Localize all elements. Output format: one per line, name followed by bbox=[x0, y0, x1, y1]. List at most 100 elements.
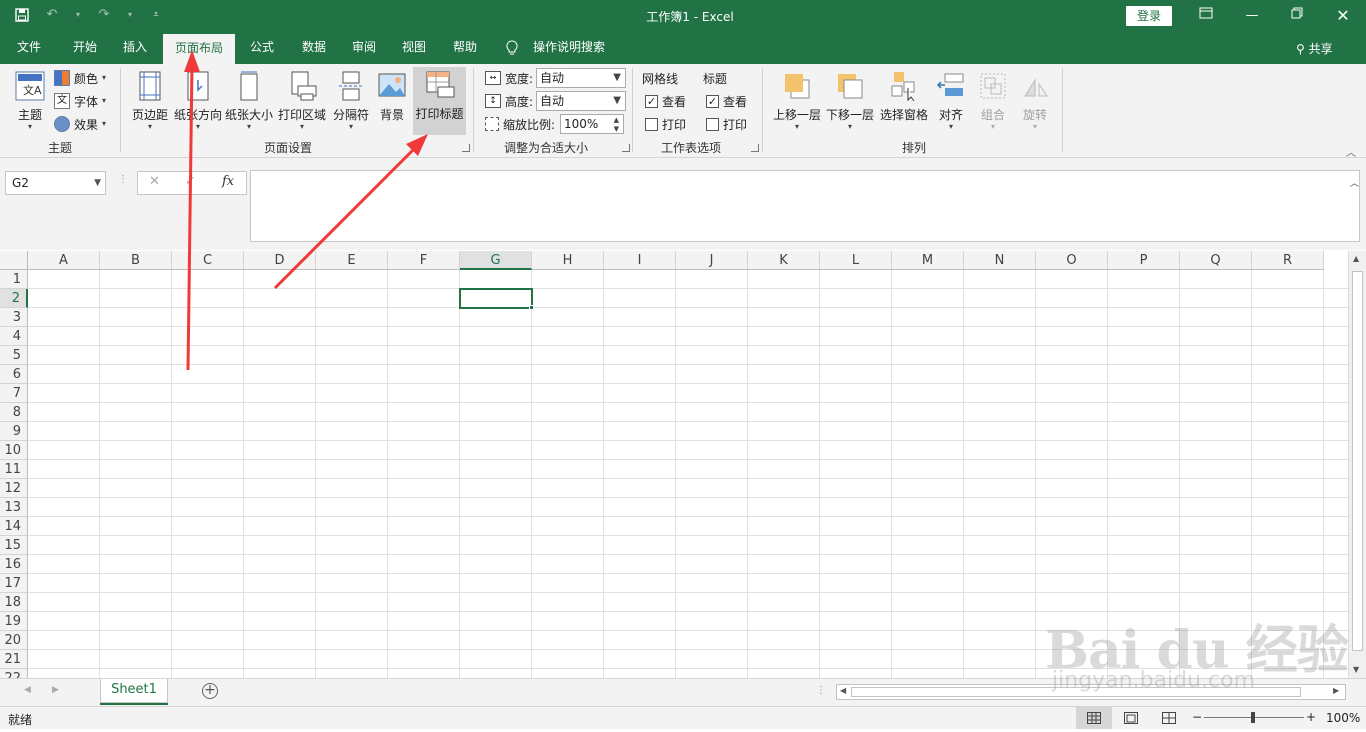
column-header-a[interactable]: A bbox=[28, 251, 100, 270]
gridlines-view-checkbox[interactable]: ✓ 查看 bbox=[645, 91, 686, 111]
zoom-slider-thumb[interactable] bbox=[1251, 712, 1255, 723]
share-button[interactable]: ⚲ 共享 bbox=[1296, 40, 1333, 57]
sheet-options-dialog-launcher-icon[interactable] bbox=[751, 144, 759, 152]
row-header-15[interactable]: 15 bbox=[0, 536, 28, 555]
collapse-formula-bar-icon[interactable]: ︿ bbox=[1350, 176, 1359, 189]
column-header-m[interactable]: M bbox=[892, 251, 964, 270]
tab-review[interactable]: 审阅 bbox=[342, 32, 386, 64]
row-header-20[interactable]: 20 bbox=[0, 631, 28, 650]
scroll-up-icon[interactable]: ▲ bbox=[1353, 254, 1359, 263]
insert-function-icon[interactable]: fx bbox=[222, 174, 234, 189]
scroll-right-icon[interactable]: ▶ bbox=[1333, 686, 1339, 695]
row-header-21[interactable]: 21 bbox=[0, 650, 28, 669]
row-header-13[interactable]: 13 bbox=[0, 498, 28, 517]
page-setup-dialog-launcher-icon[interactable] bbox=[462, 144, 470, 152]
headings-print-checkbox[interactable]: 打印 bbox=[706, 114, 747, 134]
height-dropdown[interactable]: 自动 ▼ bbox=[536, 91, 626, 111]
select-all-corner[interactable] bbox=[0, 251, 28, 270]
row-header-22[interactable]: 22 bbox=[0, 669, 28, 678]
bring-forward-button[interactable]: 上移一层 ▾ bbox=[772, 68, 822, 134]
chevron-down-icon[interactable]: ▼ bbox=[94, 172, 101, 194]
headings-view-checkbox[interactable]: ✓ 查看 bbox=[706, 91, 747, 111]
column-header-r[interactable]: R bbox=[1252, 251, 1324, 270]
tab-data[interactable]: 数据 bbox=[292, 32, 336, 64]
colors-button[interactable]: 颜色 ▾ bbox=[54, 68, 106, 88]
column-header-l[interactable]: L bbox=[820, 251, 892, 270]
fill-handle[interactable] bbox=[529, 305, 534, 310]
close-icon[interactable]: ✕ bbox=[1333, 6, 1353, 26]
name-box[interactable]: G2 ▼ bbox=[5, 171, 106, 195]
row-header-19[interactable]: 19 bbox=[0, 612, 28, 631]
redo-icon[interactable]: ↷ bbox=[96, 7, 112, 23]
row-header-11[interactable]: 11 bbox=[0, 460, 28, 479]
vertical-scrollbar[interactable]: ▲ ▼ bbox=[1348, 251, 1366, 678]
width-dropdown[interactable]: 自动 ▼ bbox=[536, 68, 626, 88]
row-header-2[interactable]: 2 bbox=[0, 289, 28, 308]
cancel-icon[interactable]: ✕ bbox=[149, 174, 160, 189]
column-header-n[interactable]: N bbox=[964, 251, 1036, 270]
effects-button[interactable]: 效果 ▾ bbox=[54, 114, 106, 134]
tab-view[interactable]: 视图 bbox=[392, 32, 436, 64]
zoom-out-icon[interactable]: − bbox=[1192, 710, 1202, 724]
collapse-ribbon-icon[interactable]: ︿ bbox=[1346, 144, 1356, 159]
column-header-f[interactable]: F bbox=[388, 251, 460, 270]
column-header-k[interactable]: K bbox=[748, 251, 820, 270]
background-button[interactable]: 背景 bbox=[374, 68, 410, 134]
column-header-h[interactable]: H bbox=[532, 251, 604, 270]
send-backward-button[interactable]: 下移一层 ▾ bbox=[825, 68, 875, 134]
row-header-4[interactable]: 4 bbox=[0, 327, 28, 346]
restore-icon[interactable] bbox=[1287, 6, 1307, 26]
spinner-arrows-icon[interactable]: ▲ ▼ bbox=[614, 116, 619, 134]
column-header-o[interactable]: O bbox=[1036, 251, 1108, 270]
scroll-down-icon[interactable]: ▼ bbox=[1353, 665, 1359, 674]
active-cell[interactable] bbox=[459, 288, 533, 309]
column-header-j[interactable]: J bbox=[676, 251, 748, 270]
margins-button[interactable]: 页边距 ▾ bbox=[128, 68, 172, 134]
redo-dropdown-icon[interactable]: ▾ bbox=[126, 7, 134, 23]
print-titles-button[interactable]: 打印标题 bbox=[413, 67, 466, 135]
row-header-12[interactable]: 12 bbox=[0, 479, 28, 498]
add-sheet-icon[interactable]: + bbox=[202, 683, 218, 699]
row-header-17[interactable]: 17 bbox=[0, 574, 28, 593]
rotate-button[interactable]: 旋转 ▾ bbox=[1018, 68, 1052, 134]
breaks-button[interactable]: 分隔符 ▾ bbox=[330, 68, 372, 134]
page-layout-view-icon[interactable] bbox=[1124, 712, 1138, 727]
size-button[interactable]: 纸张大小 ▾ bbox=[224, 68, 274, 134]
tab-home[interactable]: 开始 bbox=[62, 32, 108, 64]
splitter-grip-icon[interactable]: ⋮ bbox=[816, 685, 826, 696]
undo-dropdown-icon[interactable]: ▾ bbox=[74, 7, 82, 23]
row-header-6[interactable]: 6 bbox=[0, 365, 28, 384]
tab-help[interactable]: 帮助 bbox=[443, 32, 487, 64]
align-button[interactable]: 对齐 ▾ bbox=[934, 68, 968, 134]
row-header-18[interactable]: 18 bbox=[0, 593, 28, 612]
selection-pane-button[interactable]: 选择窗格 bbox=[878, 68, 930, 134]
zoom-level[interactable]: 100% bbox=[1326, 711, 1360, 725]
prev-sheet-icon[interactable]: ◀ bbox=[24, 685, 31, 695]
ribbon-display-options-icon[interactable] bbox=[1196, 6, 1216, 26]
row-header-7[interactable]: 7 bbox=[0, 384, 28, 403]
minimize-icon[interactable]: — bbox=[1242, 6, 1262, 26]
row-header-8[interactable]: 8 bbox=[0, 403, 28, 422]
row-header-14[interactable]: 14 bbox=[0, 517, 28, 536]
enter-check-icon[interactable]: ✓ bbox=[185, 174, 196, 189]
column-header-e[interactable]: E bbox=[316, 251, 388, 270]
column-header-q[interactable]: Q bbox=[1180, 251, 1252, 270]
undo-icon[interactable]: ↶ bbox=[44, 7, 60, 23]
zoom-in-icon[interactable]: + bbox=[1306, 710, 1316, 724]
row-header-10[interactable]: 10 bbox=[0, 441, 28, 460]
row-header-16[interactable]: 16 bbox=[0, 555, 28, 574]
column-header-b[interactable]: B bbox=[100, 251, 172, 270]
tab-page-layout[interactable]: 页面布局 bbox=[163, 34, 235, 64]
group-button[interactable]: 组合 ▾ bbox=[976, 68, 1010, 134]
column-header-p[interactable]: P bbox=[1108, 251, 1180, 270]
scale-spinner[interactable]: 100% ▲ ▼ bbox=[560, 114, 624, 134]
tab-file[interactable]: 文件 bbox=[8, 32, 50, 64]
column-header-c[interactable]: C bbox=[172, 251, 244, 270]
vertical-scroll-thumb[interactable] bbox=[1352, 271, 1363, 651]
tab-formulas[interactable]: 公式 bbox=[240, 32, 284, 64]
page-break-preview-icon[interactable] bbox=[1162, 712, 1176, 727]
print-area-button[interactable]: 打印区域 ▾ bbox=[276, 68, 328, 134]
orientation-button[interactable]: 纸张方向 ▾ bbox=[172, 68, 224, 134]
save-icon[interactable] bbox=[14, 7, 30, 23]
fonts-button[interactable]: 文 字体 ▾ bbox=[54, 91, 106, 111]
